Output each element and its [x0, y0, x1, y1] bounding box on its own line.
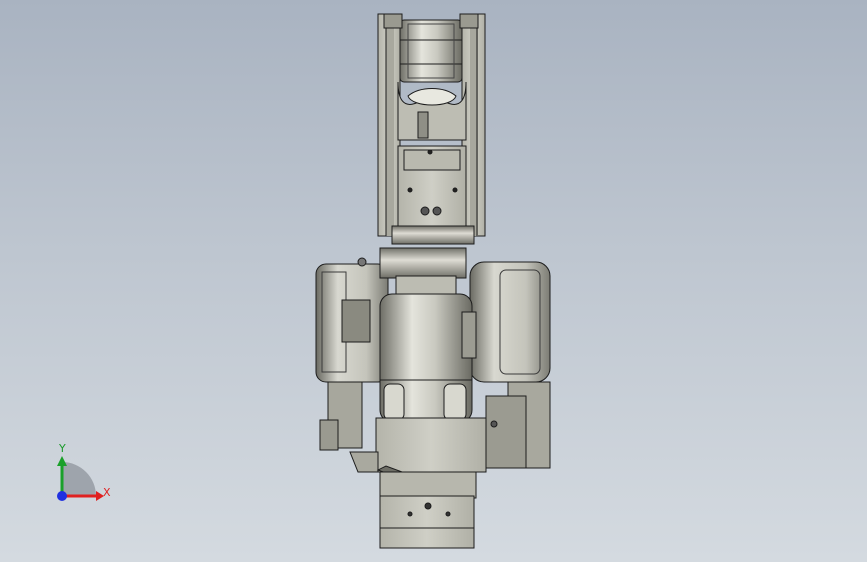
wrist-drum — [399, 19, 463, 83]
triad-arrows — [57, 456, 104, 501]
z-axis-dot — [57, 491, 67, 501]
shoulder-section[interactable] — [315, 247, 551, 491]
x-axis-label: X — [103, 486, 111, 499]
right-motor-drum — [469, 261, 551, 383]
y-axis-label: Y — [59, 442, 66, 455]
graphics-viewport[interactable]: X Y — [0, 0, 867, 562]
upper-arm[interactable] — [377, 13, 486, 245]
base-housing — [375, 417, 487, 473]
base-pedestal[interactable] — [379, 471, 477, 549]
